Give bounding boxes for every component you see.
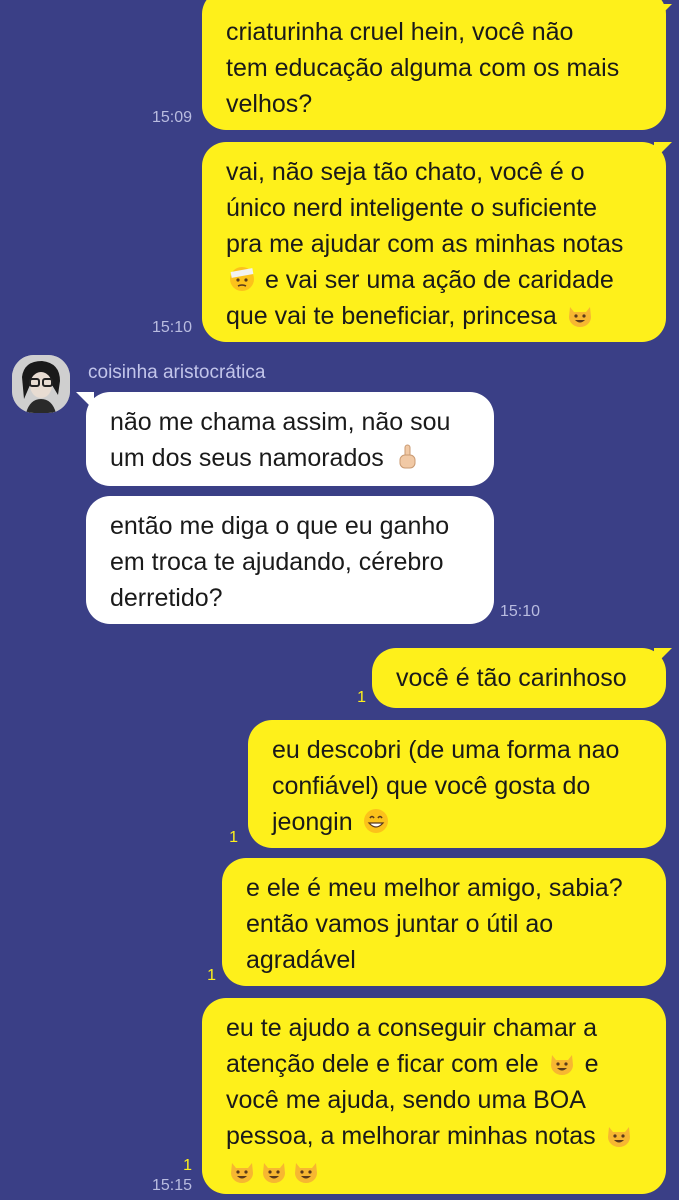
sender-name: coisinha aristocrática: [88, 362, 266, 383]
message-line: tem educação alguma com os mais: [226, 54, 620, 82]
grinning-cat-icon: [295, 1163, 317, 1183]
incoming-message[interactable]: não me chama assim, não sou um dos seus …: [86, 392, 494, 486]
message-line: derretido?: [110, 584, 223, 612]
message-line: vai, não seja tão chato, você é o: [226, 158, 585, 186]
grinning-cat-icon: [550, 1055, 573, 1075]
bubble-tail: [654, 142, 672, 160]
message-line-text: um dos seus namorados: [110, 444, 384, 472]
grinning-cat-icon: [263, 1163, 285, 1183]
message-line: velhos?: [226, 90, 313, 118]
outgoing-message[interactable]: você é tão carinhoso: [372, 648, 666, 708]
message-line: agradável: [246, 946, 356, 974]
incoming-message[interactable]: então me diga o que eu ganho em troca te…: [86, 496, 494, 624]
message-line: eu descobri (de uma forma nao: [272, 736, 620, 764]
message-line: único nerd inteligente o suficiente: [226, 194, 598, 222]
unread-count: 1: [183, 1157, 192, 1174]
outgoing-message[interactable]: vai, não seja tão chato, você é o único …: [202, 142, 666, 342]
message-line: criaturinha cruel hein, você não: [226, 18, 574, 46]
message-line: você é tão carinhoso: [396, 664, 627, 692]
contact-avatar[interactable]: [12, 355, 70, 413]
face-with-head-bandage-icon: [230, 267, 254, 291]
unread-count: 1: [207, 967, 216, 984]
grinning-cat-icon: [568, 307, 591, 327]
message-line: pra me ajudar com as minhas notas: [226, 230, 624, 258]
message-line-with-emoji: pessoa, a melhorar minhas notas: [226, 1118, 642, 1154]
message-meta: 1: [180, 966, 216, 986]
message-line: e ele é meu melhor amigo, sabia?: [246, 874, 623, 902]
message-line-with-emoji: atenção dele e ficar com ele e: [226, 1046, 642, 1082]
message-line-with-emoji: jeongin: [272, 804, 642, 840]
message-meta: 1 15:15: [140, 1156, 192, 1196]
unread-count: 1: [229, 829, 238, 846]
outgoing-message[interactable]: eu descobri (de uma forma nao confiável)…: [248, 720, 666, 848]
outgoing-message[interactable]: eu te ajudo a conseguir chamar a atenção…: [202, 998, 666, 1194]
message-line-text: e: [584, 1050, 599, 1078]
bubble-tail: [654, 4, 672, 22]
outgoing-message[interactable]: e ele é meu melhor amigo, sabia? então v…: [222, 858, 666, 986]
message-meta: 1: [202, 828, 238, 848]
time-label: 15:10: [151, 319, 192, 336]
message-time: 15:10: [140, 318, 192, 338]
message-line: você me ajuda, sendo uma BOA: [226, 1086, 586, 1114]
bubble-tail: [76, 392, 94, 410]
message-line-text: atenção dele e ficar com ele: [226, 1050, 539, 1078]
middle-finger-icon: [399, 444, 416, 469]
message-line: confiável) que você gosta do: [272, 772, 591, 800]
grinning-cat-icon: [231, 1163, 253, 1183]
avatar-photo: [12, 355, 70, 413]
message-meta: 1: [330, 688, 366, 708]
time-label: 15:15: [151, 1177, 192, 1194]
emoji-line: [226, 1154, 642, 1190]
message-line: eu te ajudo a conseguir chamar a: [226, 1014, 598, 1042]
message-line-with-emoji: um dos seus namorados: [110, 440, 470, 476]
message-line: então vamos juntar o útil ao: [246, 910, 554, 938]
message-line: então me diga o que eu ganho: [110, 512, 450, 540]
unread-count: 1: [357, 689, 366, 706]
message-line-text: pessoa, a melhorar minhas notas: [226, 1122, 596, 1150]
message-line-with-emoji: que vai te beneficiar, princesa: [226, 298, 642, 334]
message-line-text: e vai ser uma ação de caridade: [264, 266, 614, 294]
message-line-with-emoji: e vai ser uma ação de caridade: [226, 262, 642, 298]
message-line-text: que vai te beneficiar, princesa: [226, 302, 557, 330]
grinning-face-icon: [363, 809, 388, 833]
time-label: 15:10: [500, 603, 541, 620]
time-label: 15:09: [151, 109, 192, 126]
message-line: em troca te ajudando, cérebro: [110, 548, 444, 576]
grinning-cat-icon: [607, 1127, 630, 1147]
message-time: 15:10: [500, 602, 560, 622]
message-time: 15:09: [140, 108, 192, 128]
bubble-tail: [654, 648, 672, 666]
message-line-text: jeongin: [272, 808, 353, 836]
outgoing-message[interactable]: criaturinha cruel hein, você não tem edu…: [202, 0, 666, 130]
message-line: não me chama assim, não sou: [110, 408, 451, 436]
